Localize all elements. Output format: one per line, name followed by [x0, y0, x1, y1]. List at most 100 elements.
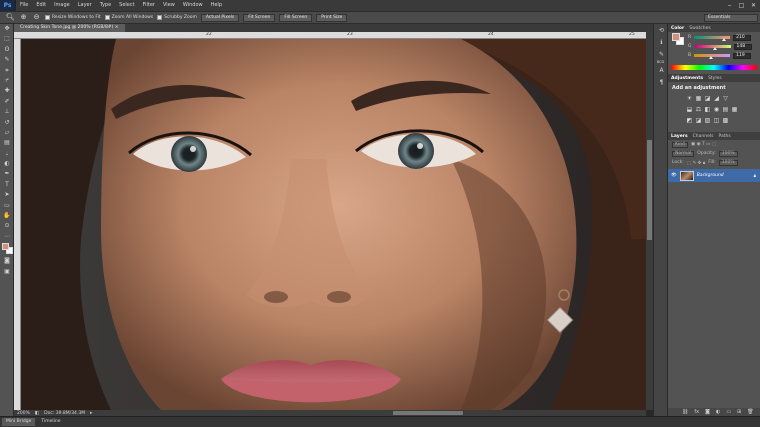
eraser-tool-icon[interactable]: ▱: [0, 128, 14, 138]
new-group-icon[interactable]: ▭: [726, 409, 731, 415]
crop-tool-icon[interactable]: ⌗: [0, 66, 14, 76]
horizontal-scroll-thumb[interactable]: [393, 411, 463, 415]
dodge-tool-icon[interactable]: ◐: [0, 159, 14, 169]
lock-icons[interactable]: ⬚ ✎ ✥ 🔒︎: [687, 160, 705, 166]
properties-panel-icon[interactable]: ℹ: [654, 38, 669, 48]
color-spectrum-bar[interactable]: [671, 65, 757, 70]
paragraph-panel-icon[interactable]: ¶: [654, 78, 669, 88]
eyedropper-tool-icon[interactable]: ⌿: [0, 76, 14, 86]
character-panel-icon[interactable]: A: [654, 66, 669, 76]
close-tab-icon[interactable]: ×: [115, 25, 119, 30]
document-canvas[interactable]: [21, 39, 646, 410]
channel-r-thumb[interactable]: [721, 38, 726, 41]
more-tools-icon[interactable]: ⋯: [0, 232, 14, 242]
vibrance-icon[interactable]: ▽: [722, 95, 729, 102]
actual-pixels-button[interactable]: Actual Pixels: [200, 13, 240, 22]
marquee-tool-icon[interactable]: ⬚: [0, 34, 14, 44]
foreground-color-swatch[interactable]: [2, 243, 9, 251]
add-mask-icon[interactable]: ◙: [705, 409, 710, 415]
blend-mode-select[interactable]: Normal: [672, 150, 695, 157]
zoom-level[interactable]: 200%: [17, 411, 30, 416]
scrubby-zoom-box[interactable]: [157, 15, 163, 20]
black-white-icon[interactable]: ◧: [704, 106, 711, 113]
menu-help[interactable]: Help: [207, 0, 226, 11]
exposure-icon[interactable]: ◢: [713, 95, 720, 102]
photo-filter-icon[interactable]: ◉: [713, 106, 720, 113]
layer-kind-filter[interactable]: Kind: [672, 141, 688, 148]
delete-layer-icon[interactable]: 🗑︎: [747, 409, 753, 415]
resize-windows-checkbox[interactable]: Resize Windows to Fit: [45, 15, 101, 20]
channel-r-slider[interactable]: [694, 36, 731, 41]
zoom-in-icon[interactable]: ⊕: [19, 13, 28, 22]
menu-window[interactable]: Window: [179, 0, 207, 11]
gradient-tool-icon[interactable]: ▤: [0, 138, 14, 148]
posterize-icon[interactable]: ◪: [695, 117, 702, 124]
maximize-button[interactable]: □: [737, 2, 746, 9]
quick-select-tool-icon[interactable]: ✎: [0, 55, 14, 65]
menu-layer[interactable]: Layer: [74, 0, 96, 11]
panel-fg-color-swatch[interactable]: [672, 33, 680, 41]
tab-layers[interactable]: Layers: [671, 134, 688, 139]
document-tab[interactable]: Creating Skin Tone.jpg @ 200% (RGB/8#) ×: [14, 24, 125, 32]
brush-tool-icon[interactable]: ✐: [0, 97, 14, 107]
tab-color[interactable]: Color: [671, 26, 684, 31]
scrubby-zoom-checkbox[interactable]: Scrubby Zoom: [157, 15, 197, 20]
link-layers-icon[interactable]: ⛓: [682, 409, 688, 415]
layer-filter-icons[interactable]: ▣ ◉ T ▭ ⬚: [691, 142, 716, 147]
channel-b-thumb[interactable]: [709, 56, 713, 59]
color-swatches[interactable]: [0, 242, 14, 256]
layer-row-background[interactable]: 👁︎ Background 🔒︎: [668, 169, 760, 182]
menu-type[interactable]: Type: [96, 0, 115, 11]
fill-field[interactable]: 100%: [718, 159, 738, 166]
shape-tool-icon[interactable]: ▭: [0, 201, 14, 211]
healing-brush-tool-icon[interactable]: ✚: [0, 86, 14, 96]
zoom-tool-side-icon[interactable]: ⊙: [0, 221, 14, 231]
hand-tool-icon[interactable]: ✋: [0, 211, 14, 221]
fit-screen-button[interactable]: Fit Screen: [243, 13, 276, 22]
channel-r-value[interactable]: 210: [733, 34, 752, 41]
levels-icon[interactable]: ▦: [695, 95, 702, 102]
opacity-field[interactable]: 100%: [718, 150, 738, 157]
zoom-out-icon[interactable]: ⊖: [32, 13, 41, 22]
screen-mode-icon[interactable]: ▣: [0, 267, 14, 277]
gradient-map-icon[interactable]: ◫: [713, 117, 720, 124]
tab-paths[interactable]: Paths: [718, 134, 730, 139]
new-adjustment-layer-icon[interactable]: ◐: [716, 409, 720, 415]
channel-mixer-icon[interactable]: ▤: [722, 106, 729, 113]
layer-visibility-eye-icon[interactable]: 👁︎: [671, 173, 677, 178]
invert-icon[interactable]: ◩: [686, 117, 693, 124]
channel-g-thumb[interactable]: [713, 47, 718, 50]
tab-styles[interactable]: Styles: [708, 76, 722, 81]
workspace-select[interactable]: Essentials: [704, 14, 758, 22]
menu-select[interactable]: Select: [115, 0, 138, 11]
status-menu-arrow-icon[interactable]: ▸: [90, 411, 92, 416]
layer-style-icon[interactable]: fx: [694, 409, 699, 415]
clone-stamp-tool-icon[interactable]: ⊥: [0, 107, 14, 117]
history-panel-icon[interactable]: ⟲: [654, 26, 669, 36]
minimize-button[interactable]: ‒: [725, 2, 734, 9]
brush-panel-icon[interactable]: ✎: [654, 50, 669, 60]
fill-screen-button[interactable]: Fill Screen: [279, 13, 313, 22]
resize-windows-box[interactable]: [45, 15, 50, 20]
quick-mask-icon[interactable]: ◙: [0, 256, 14, 266]
threshold-icon[interactable]: ▧: [704, 117, 711, 124]
blur-tool-icon[interactable]: 💧︎: [0, 149, 14, 159]
channel-g-value[interactable]: 148: [733, 43, 752, 50]
tab-adjustments[interactable]: Adjustments: [671, 76, 703, 81]
hue-saturation-icon[interactable]: ⬓: [686, 106, 693, 113]
menu-filter[interactable]: Filter: [139, 0, 159, 11]
brightness-contrast-icon[interactable]: ☀: [686, 95, 693, 102]
lasso-tool-icon[interactable]: ʘ: [0, 45, 14, 55]
zoom-all-windows-box[interactable]: [104, 15, 110, 20]
history-brush-tool-icon[interactable]: ↺: [0, 118, 14, 128]
print-size-button[interactable]: Print Size: [316, 13, 348, 22]
zoom-all-windows-checkbox[interactable]: Zoom All Windows: [104, 15, 153, 20]
channel-b-value[interactable]: 119: [733, 52, 752, 59]
menu-file[interactable]: File: [16, 0, 32, 11]
new-layer-icon[interactable]: ⊞: [737, 409, 741, 415]
color-lookup-icon[interactable]: ▦: [731, 106, 738, 113]
tab-mini-bridge[interactable]: Mini Bridge: [2, 418, 36, 426]
vertical-scroll-thumb[interactable]: [647, 140, 652, 240]
tab-swatches[interactable]: Swatches: [689, 26, 711, 31]
menu-edit[interactable]: Edit: [32, 0, 50, 11]
